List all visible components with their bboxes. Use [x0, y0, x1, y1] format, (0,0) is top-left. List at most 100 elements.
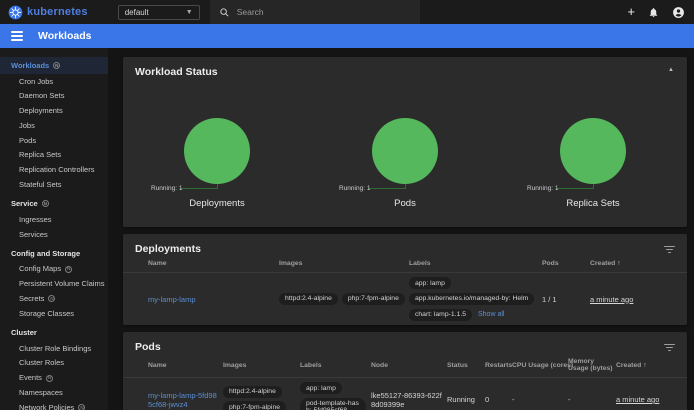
- sidebar-item-cluster-role-bindings[interactable]: Cluster Role Bindings: [0, 341, 108, 356]
- sidebar-item-replica-sets[interactable]: Replica Sets: [0, 148, 108, 163]
- namespace-selector[interactable]: default ▼: [118, 5, 200, 20]
- pods-card-title: Pods: [123, 332, 687, 353]
- page-title: Workloads: [38, 30, 91, 42]
- cpu-usage: -: [512, 395, 568, 404]
- sidebar-header-label: Workloads: [11, 61, 49, 70]
- callout-line: [556, 188, 593, 189]
- created-ago-link[interactable]: a minute ago: [590, 295, 633, 304]
- table-row[interactable]: my-lamp-lamp httpd:2.4-alpine php:7-fpm-…: [123, 273, 687, 325]
- pie-label: Pods: [311, 198, 499, 209]
- callout-line: [593, 184, 594, 189]
- created-ago-link[interactable]: a minute ago: [616, 395, 659, 404]
- sidebar-item-storage-classes[interactable]: Storage Classes: [0, 306, 108, 321]
- notifications-bell-icon[interactable]: [648, 7, 659, 18]
- label-chip: app: lamp: [300, 382, 342, 394]
- sidebar-item-cluster-roles[interactable]: Cluster Roles: [0, 356, 108, 371]
- sidebar-section-cluster: Cluster: [0, 324, 108, 341]
- image-chip: php:7-fpm-alpine: [342, 293, 405, 305]
- sidebar-section-config-and-storage: Config and Storage: [0, 245, 108, 262]
- column-header-node: Node: [371, 357, 447, 374]
- pie-legend: Running: 1: [527, 185, 558, 192]
- workload-status-charts: Running: 1 Deployments Running: 1 Pods R…: [123, 57, 687, 227]
- sidebar-item-namespaces[interactable]: Namespaces: [0, 386, 108, 401]
- replica-sets-pie-chart: [560, 118, 626, 184]
- namespaced-badge: N: [78, 404, 85, 410]
- sidebar-item-persistent-volume-claims[interactable]: Persistent Volume ClaimsN: [0, 277, 108, 292]
- column-header-created[interactable]: Created ↑: [616, 357, 675, 374]
- sidebar-header-label: Config and Storage: [11, 249, 80, 258]
- column-header-labels: Labels: [300, 357, 371, 374]
- kubernetes-logo: kubernetes: [8, 5, 88, 20]
- namespaced-badge: N: [48, 295, 55, 302]
- search-icon: [219, 7, 230, 18]
- sidebar-item-workloads[interactable]: Workloads N: [0, 57, 108, 74]
- sidebar-item-jobs[interactable]: Jobs: [0, 118, 108, 133]
- column-header-name[interactable]: Name: [148, 357, 223, 374]
- sidebar-nav: Workloads N Cron Jobs Daemon Sets Deploy…: [0, 48, 108, 410]
- sidebar-item-ingresses[interactable]: Ingresses: [0, 212, 108, 227]
- pie-legend: Running: 1: [339, 185, 370, 192]
- sidebar-item-deployments[interactable]: Deployments: [0, 104, 108, 119]
- deployment-name-link[interactable]: my-lamp-lamp: [148, 295, 196, 304]
- sidebar-item-daemon-sets[interactable]: Daemon Sets: [0, 89, 108, 104]
- sidebar-item-stateful-sets[interactable]: Stateful Sets: [0, 178, 108, 193]
- label-chip: chart: lamp-1.1.5: [409, 309, 472, 321]
- labels-cell: app: lamp app.kubernetes.io/managed-by: …: [409, 277, 542, 321]
- images-cell: httpd:2.4-alpine php:7-fpm-alpine: [223, 386, 300, 410]
- column-header-cpu: CPU Usage (cores): [512, 357, 568, 374]
- pie-label: Replica Sets: [499, 198, 687, 209]
- column-header-images: Images: [223, 357, 300, 374]
- sidebar-item-config-maps[interactable]: Config MapsN: [0, 262, 108, 277]
- filter-icon[interactable]: [663, 245, 675, 255]
- pod-status: Running: [447, 395, 485, 404]
- deployments-pie-chart: [184, 118, 250, 184]
- sidebar-header-label: Cluster: [11, 328, 37, 337]
- callout-line: [405, 184, 406, 189]
- sidebar-item-pods[interactable]: Pods: [0, 133, 108, 148]
- restarts-count: 0: [485, 395, 512, 404]
- pods-card: Pods Name Images Labels Node Status Rest…: [123, 332, 687, 410]
- column-header-name[interactable]: Name: [148, 255, 279, 272]
- page-title-bar: Workloads: [0, 24, 694, 48]
- sidebar-header-label: Service: [11, 199, 38, 208]
- search-input[interactable]: [237, 7, 397, 17]
- namespaced-badge: N: [65, 266, 72, 273]
- column-header-created[interactable]: Created ↑: [590, 255, 675, 272]
- column-header-images: Images: [279, 255, 409, 272]
- content-area: Workload Status ▲ Running: 1 Deployments…: [108, 48, 694, 410]
- namespaced-badge: N: [46, 375, 53, 382]
- callout-line: [180, 188, 217, 189]
- sidebar-item-cron-jobs[interactable]: Cron Jobs: [0, 74, 108, 89]
- menu-hamburger-icon[interactable]: [11, 31, 23, 41]
- sidebar-item-secrets[interactable]: SecretsN: [0, 292, 108, 307]
- sidebar-item-replication-controllers[interactable]: Replication Controllers: [0, 163, 108, 178]
- kubernetes-wheel-icon: [8, 5, 23, 20]
- deployments-pie-section: Running: 1 Deployments: [123, 57, 311, 227]
- replica-sets-pie-section: Running: 1 Replica Sets: [499, 57, 687, 227]
- column-header-memory: Memory Usage (bytes): [568, 353, 616, 377]
- brand-text: kubernetes: [27, 6, 88, 18]
- pods-pie-chart: [372, 118, 438, 184]
- sidebar-item-network-policies[interactable]: Network PoliciesN: [0, 400, 108, 410]
- create-resource-button[interactable]: +: [627, 6, 635, 18]
- filter-icon[interactable]: [663, 343, 675, 353]
- label-chip: app.kubernetes.io/managed-by: Helm: [409, 293, 534, 305]
- search-bar[interactable]: [210, 0, 420, 24]
- top-app-bar: kubernetes default ▼ +: [0, 0, 694, 24]
- user-avatar-icon[interactable]: [672, 6, 685, 19]
- image-chip: httpd:2.4-alpine: [223, 386, 282, 398]
- images-cell: httpd:2.4-alpine php:7-fpm-alpine: [279, 293, 409, 305]
- workload-status-card: Workload Status ▲ Running: 1 Deployments…: [123, 57, 687, 227]
- column-header-labels: Labels: [409, 255, 542, 272]
- sidebar-item-service[interactable]: Service N: [0, 195, 108, 212]
- show-all-link[interactable]: Show all: [478, 311, 504, 318]
- pod-name-link[interactable]: my-lamp-lamp-5fd985cf68-jwvz4: [148, 391, 217, 409]
- pods-table-header: Name Images Labels Node Status Restarts …: [123, 353, 687, 378]
- deployments-card: Deployments Name Images Labels Pods Crea…: [123, 234, 687, 325]
- table-row[interactable]: my-lamp-lamp-5fd985cf68-jwvz4 httpd:2.4-…: [123, 378, 687, 410]
- sidebar-item-services[interactable]: Services: [0, 227, 108, 242]
- pie-label: Deployments: [123, 198, 311, 209]
- column-header-pods: Pods: [542, 255, 590, 272]
- sidebar-item-events[interactable]: EventsN: [0, 371, 108, 386]
- label-chip: app: lamp: [409, 277, 451, 289]
